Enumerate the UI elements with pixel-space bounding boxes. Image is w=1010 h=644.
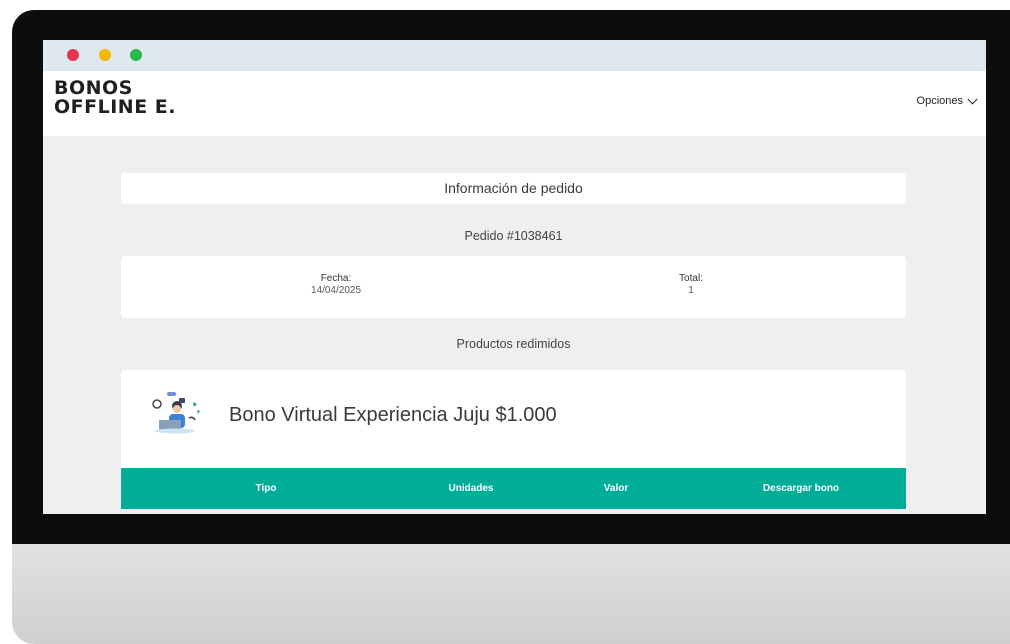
options-label: Opciones <box>916 95 963 107</box>
window-titlebar <box>43 40 986 71</box>
maximize-window-icon[interactable] <box>130 49 142 61</box>
minimize-window-icon[interactable] <box>99 49 111 61</box>
order-info-title-card: Información de pedido <box>121 173 906 204</box>
close-window-icon[interactable] <box>67 49 79 61</box>
column-header-tipo: Tipo <box>255 483 277 494</box>
order-date-label: Fecha: <box>320 273 352 284</box>
chevron-down-icon <box>967 94 978 104</box>
person-laptop-illustration-icon <box>152 392 200 434</box>
column-header-unidades: Unidades <box>448 483 494 494</box>
order-total-label: Total: <box>679 273 703 284</box>
order-date: Fecha: 14/04/2025 <box>286 273 386 297</box>
app-header: BONOS OFFLINE E. Opciones <box>43 71 986 136</box>
column-header-descargar-bono: Descargar bono <box>762 483 840 494</box>
options-dropdown[interactable]: Opciones <box>916 94 978 107</box>
product-card: Bono Virtual Experiencia Juju $1.000 <box>121 370 906 468</box>
order-details-card: Fecha: 14/04/2025 Total: 1 <box>121 256 906 318</box>
order-info-title: Información de pedido <box>444 180 583 196</box>
order-number: Pedido #1038461 <box>464 229 563 243</box>
main-content: Información de pedido Pedido #1038461 Fe… <box>43 136 986 514</box>
column-header-valor: Valor <box>603 483 629 494</box>
product-name: Bono Virtual Experiencia Juju $1.000 <box>229 404 557 426</box>
products-table-header: Tipo Unidades Valor Descargar bono <box>121 468 906 509</box>
order-total-value: 1 <box>688 285 694 296</box>
order-total: Total: 1 <box>641 273 741 297</box>
logo-line-2: OFFLINE E. <box>54 96 176 118</box>
brand-logo[interactable]: BONOS OFFLINE E. <box>54 79 176 117</box>
screen: BONOS OFFLINE E. Opciones Información de… <box>43 40 986 514</box>
order-date-value: 14/04/2025 <box>310 285 362 296</box>
redeemed-products-title: Productos redimidos <box>456 337 571 351</box>
monitor-chin <box>12 544 1010 644</box>
